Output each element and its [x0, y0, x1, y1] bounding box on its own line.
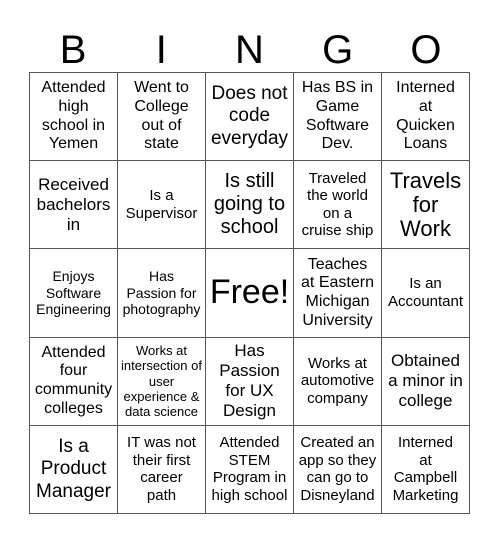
bingo-cell[interactable]: Works at intersection of user experience…: [118, 337, 206, 426]
header-letter-o: O: [410, 28, 442, 72]
bingo-header: B I N G O: [29, 28, 470, 72]
free-space-cell[interactable]: Free!: [206, 249, 294, 338]
header-letter-n: N: [235, 28, 264, 72]
bingo-cell[interactable]: Enjoys Software Engineering: [30, 249, 118, 338]
bingo-cell[interactable]: Created an app so they can go to Disneyl…: [294, 425, 382, 514]
bingo-cell[interactable]: Does not code everyday: [206, 73, 294, 162]
bingo-cell[interactable]: Teaches at Eastern Michigan University: [294, 249, 382, 338]
bingo-cell[interactable]: Is a Product Manager: [30, 425, 118, 514]
bingo-cell[interactable]: Works at automotive company: [294, 337, 382, 426]
bingo-cell[interactable]: Travels for Work: [382, 161, 470, 250]
bingo-cell[interactable]: Has Passion for photography: [118, 249, 206, 338]
bingo-cell[interactable]: Interned at Campbell Marketing: [382, 425, 470, 514]
bingo-cell[interactable]: Attended high school in Yemen: [30, 73, 118, 162]
header-letter-b: B: [59, 28, 87, 72]
bingo-cell[interactable]: Attended four community colleges: [30, 337, 118, 426]
bingo-cell[interactable]: Attended STEM Program in high school: [206, 425, 294, 514]
bingo-cell[interactable]: Traveled the world on a cruise ship: [294, 161, 382, 250]
bingo-cell[interactable]: Is a Supervisor: [118, 161, 206, 250]
bingo-cell[interactable]: Received bachelors in: [30, 161, 118, 250]
bingo-cell[interactable]: Is an Accountant: [382, 249, 470, 338]
bingo-cell[interactable]: Is still going to school: [206, 161, 294, 250]
header-letter-g: G: [322, 28, 354, 72]
bingo-cell[interactable]: Has BS in Game Software Dev.: [294, 73, 382, 162]
bingo-cell[interactable]: IT was not their first career path: [118, 425, 206, 514]
bingo-cell[interactable]: Has Passion for UX Design: [206, 337, 294, 426]
bingo-card: Attended high school in Yemen Went to Co…: [29, 72, 470, 514]
bingo-cell[interactable]: Went to College out of state: [118, 73, 206, 162]
bingo-cell[interactable]: Interned at Quicken Loans: [382, 73, 470, 162]
bingo-cell[interactable]: Obtained a minor in college: [382, 337, 470, 426]
header-letter-i: I: [155, 28, 167, 72]
